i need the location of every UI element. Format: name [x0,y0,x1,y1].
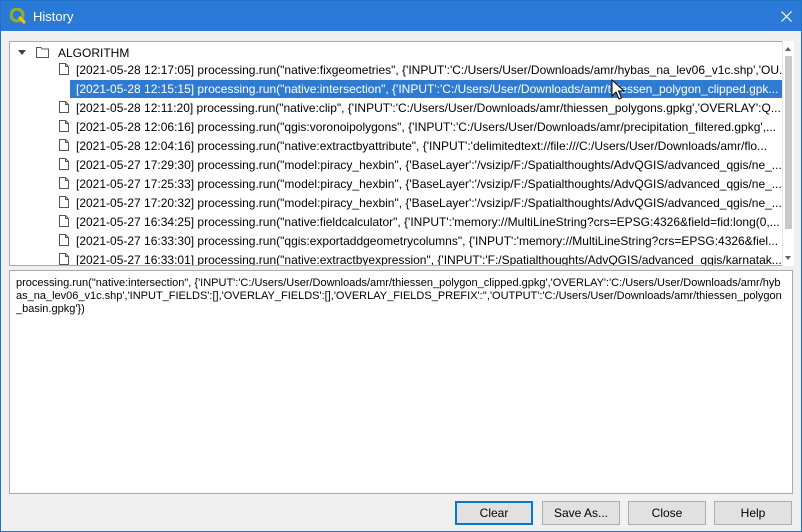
history-entry-text: [2021-05-27 16:33:30] processing.run("qg… [76,234,779,248]
close-window-button[interactable] [771,1,801,31]
scroll-down-arrow-icon[interactable] [785,256,791,260]
history-entry[interactable]: [2021-05-28 12:04:16] processing.run("na… [10,137,782,155]
document-icon [59,139,69,151]
document-icon [59,120,69,132]
title-bar[interactable]: History [1,1,801,31]
history-entry[interactable]: [2021-05-28 12:06:16] processing.run("qg… [10,118,782,136]
history-entry-text: [2021-05-27 16:33:01] processing.run("na… [76,253,782,266]
document-icon [59,63,69,75]
command-detail-area[interactable]: processing.run("native:intersection", {'… [9,270,793,494]
close-icon [780,10,792,22]
command-detail-text: processing.run("native:intersection", {'… [16,277,782,315]
mouse-pointer-icon [611,79,626,100]
expand-arrow-icon[interactable] [18,50,26,55]
document-icon [59,177,69,189]
history-tree[interactable]: ALGORITHM [2021-05-28 12:17:05] processi… [9,41,783,266]
history-entry-text: [2021-05-27 16:34:25] processing.run("na… [76,215,780,229]
document-icon [59,215,69,227]
history-entry-text: [2021-05-28 12:04:16] processing.run("na… [76,139,768,153]
save-as-button[interactable]: Save As... [542,501,620,525]
document-icon [59,234,69,246]
history-entry-text: [2021-05-27 17:20:32] processing.run("mo… [76,196,782,210]
history-entry[interactable]: [2021-05-27 16:33:01] processing.run("na… [10,251,782,266]
document-icon [59,196,69,208]
tree-vertical-scrollbar[interactable] [782,41,794,266]
scroll-up-arrow-icon[interactable] [785,47,791,51]
document-icon [59,101,69,113]
history-entry[interactable]: [2021-05-28 12:17:05] processing.run("na… [10,61,782,79]
history-entry-text: [2021-05-28 12:11:20] processing.run("na… [76,101,781,115]
tree-group-label: ALGORITHM [58,46,130,60]
close-button[interactable]: Close [628,501,706,525]
history-entry-text: [2021-05-28 12:06:16] processing.run("qg… [76,120,777,134]
history-entry[interactable]: [2021-05-27 17:20:32] processing.run("mo… [10,194,782,212]
scrollbar-thumb[interactable] [785,56,792,229]
history-entry[interactable]: [2021-05-27 16:34:25] processing.run("na… [10,213,782,231]
qgis-logo-icon [10,8,26,24]
help-button[interactable]: Help [714,501,792,525]
tree-group-algorithm[interactable]: ALGORITHM [10,44,782,62]
document-icon [59,158,69,170]
history-entry[interactable]: [2021-05-27 17:29:30] processing.run("mo… [10,156,782,174]
history-entry[interactable]: [2021-05-28 12:11:20] processing.run("na… [10,99,782,117]
history-entry-text: [2021-05-28 12:15:15] processing.run("na… [76,82,779,96]
history-entry-text: [2021-05-28 12:17:05] processing.run("na… [76,63,782,77]
history-entry-text: [2021-05-27 17:29:30] processing.run("mo… [76,158,782,172]
folder-icon [36,47,49,58]
history-entry[interactable]: [2021-05-27 16:33:30] processing.run("qg… [10,232,782,250]
document-icon [59,253,69,265]
history-dialog: History ALGORITHM [2021-05-28 12:17:05] … [0,0,802,532]
window-title: History [33,8,74,24]
history-entry-text: [2021-05-27 17:25:33] processing.run("mo… [76,177,782,191]
history-entry-selected[interactable]: [2021-05-28 12:15:15] processing.run("na… [70,80,782,98]
history-entry[interactable]: [2021-05-27 17:25:33] processing.run("mo… [10,175,782,193]
clear-button[interactable]: Clear [455,501,533,525]
